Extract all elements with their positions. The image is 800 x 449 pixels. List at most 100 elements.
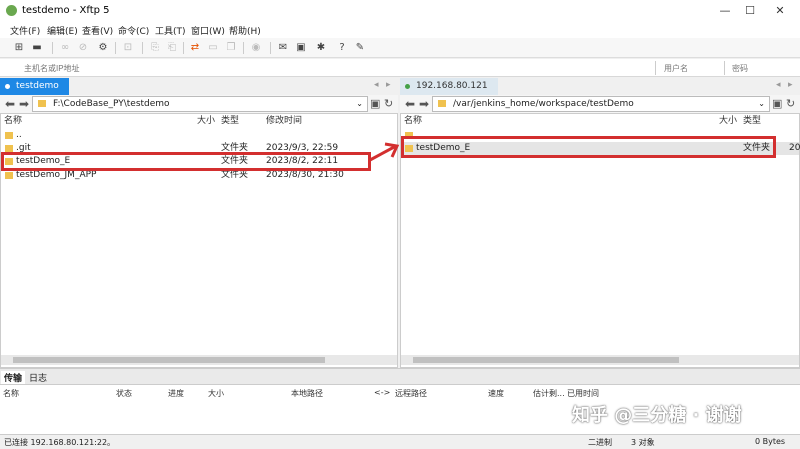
transfer-column[interactable]: 估计剩...: [533, 388, 565, 399]
menu-bar: 文件(F) 编辑(E) 查看(V) 命令(C) 工具(T) 窗口(W) 帮助(H…: [0, 22, 800, 38]
horizontal-scrollbar[interactable]: [401, 355, 799, 365]
forward-arrow-icon[interactable]: ➡: [19, 97, 29, 111]
new-session-icon[interactable]: ⊞: [12, 41, 26, 54]
duplicate-icon[interactable]: ❐: [224, 41, 238, 54]
connection-status: 已连接 192.168.80.121:22。: [4, 438, 116, 447]
tab-transfer[interactable]: 传输: [1, 371, 26, 384]
total-size: 0 Bytes: [755, 437, 786, 446]
help-icon[interactable]: ?: [335, 41, 349, 54]
nav-icon[interactable]: ⊡: [121, 41, 135, 54]
folder-up-icon[interactable]: ▣: [772, 97, 782, 111]
menu-command[interactable]: 命令(C): [118, 24, 149, 37]
tab-remote-host[interactable]: 192.168.80.121: [400, 78, 498, 95]
file-icon[interactable]: ▭: [206, 41, 220, 54]
paste-icon[interactable]: ⎗: [165, 41, 179, 54]
scrollbar-thumb[interactable]: [13, 357, 325, 363]
bird-icon[interactable]: ✉: [276, 41, 290, 54]
menu-file[interactable]: 文件(F): [10, 24, 40, 37]
properties-icon[interactable]: ⚙: [96, 41, 110, 54]
back-arrow-icon[interactable]: ⬅: [405, 97, 415, 111]
toolbar-separator: [270, 42, 271, 54]
status-bar: 已连接 192.168.80.121:22。 二进制 3 对象 0 Bytes: [0, 434, 800, 449]
file-name: ..: [16, 130, 22, 140]
tab-label: testdemo: [16, 81, 59, 91]
folder-icon: [5, 132, 13, 139]
refresh-icon[interactable]: ↻: [786, 97, 795, 111]
back-arrow-icon[interactable]: ⬅: [5, 97, 15, 111]
list-item[interactable]: ..: [1, 129, 397, 142]
password-field[interactable]: 密码: [732, 63, 748, 74]
transfer-column[interactable]: 名称: [3, 388, 19, 399]
folder-icon: [438, 100, 446, 107]
scrollbar-thumb[interactable]: [413, 357, 679, 363]
divider: [655, 61, 656, 75]
toolbar: ⊞ ▬ ∞ ⊘ ⚙ ⊡ ⎘ ⎗ ⇄ ▭ ❐ ◉ ✉ ▣ ✱ ? ✎: [0, 38, 800, 58]
toolbar-separator: [115, 42, 116, 54]
watermark: 知乎 @三分糖 · 谢谢: [572, 405, 742, 426]
gear-icon[interactable]: ✱: [314, 41, 328, 54]
open-folder-icon[interactable]: ▬: [30, 41, 44, 54]
transfer-column[interactable]: 远程路径: [395, 388, 427, 399]
tab-next-icon[interactable]: ▸: [386, 80, 391, 90]
maximize-button[interactable]: ☐: [735, 3, 765, 19]
right-file-list: 名称 大小 类型 testDemo_E 文件夹 20: [400, 113, 800, 368]
transfer-column[interactable]: 状态: [116, 388, 132, 399]
folder-up-icon[interactable]: ▣: [370, 97, 380, 111]
chevron-down-icon[interactable]: ⌄: [356, 97, 363, 111]
menu-tools[interactable]: 工具(T): [155, 24, 186, 37]
username-field[interactable]: 用户名: [664, 63, 688, 74]
tab-prev-icon[interactable]: ◂: [374, 80, 379, 90]
refresh-icon[interactable]: ↻: [384, 97, 393, 111]
column-type[interactable]: 类型: [221, 114, 239, 128]
column-type[interactable]: 类型: [743, 114, 761, 128]
highlight-box: [401, 136, 776, 158]
left-path-input[interactable]: F:\CodeBase_PY\testdemo ⌄: [32, 96, 368, 112]
right-path-input[interactable]: /var/jenkins_home/workspace/testDemo ⌄: [432, 96, 770, 112]
tab-next-icon[interactable]: ▸: [788, 80, 793, 90]
xftp-logo-icon: [6, 5, 17, 16]
tab-testdemo[interactable]: testdemo: [0, 78, 69, 95]
host-input[interactable]: [4, 61, 654, 75]
transfer-column[interactable]: 本地路径: [291, 388, 323, 399]
horizontal-scrollbar[interactable]: [1, 355, 397, 365]
globe-icon[interactable]: ◉: [249, 41, 263, 54]
toolbar-separator: [243, 42, 244, 54]
left-tab-strip: testdemo ◂ ▸: [0, 78, 398, 95]
menu-help[interactable]: 帮助(H): [229, 24, 261, 37]
left-path-bar: ⬅ ➡ F:\CodeBase_PY\testdemo ⌄ ▣ ↻: [0, 95, 398, 113]
transfer-column[interactable]: 已用时间: [567, 388, 599, 399]
sync-icon[interactable]: ⇄: [188, 41, 202, 54]
link-icon[interactable]: ∞: [58, 41, 72, 54]
tab-prev-icon[interactable]: ◂: [776, 80, 781, 90]
column-name[interactable]: 名称: [4, 114, 22, 128]
terminal-icon[interactable]: ▣: [294, 41, 308, 54]
connected-dot-icon: [405, 84, 410, 89]
tab-log[interactable]: 日志: [26, 371, 50, 384]
bottom-tab-strip: 传输 日志: [0, 368, 800, 384]
chat-icon[interactable]: ✎: [353, 41, 367, 54]
arrow-icon: [369, 142, 400, 162]
column-size[interactable]: 大小: [197, 114, 215, 128]
object-count: 3 对象: [631, 438, 655, 447]
divider: [724, 61, 725, 75]
folder-icon: [38, 100, 46, 107]
column-modified[interactable]: 修改时间: [266, 114, 302, 128]
menu-window[interactable]: 窗口(W): [191, 24, 225, 37]
transfer-column[interactable]: 进度: [168, 388, 184, 399]
column-name[interactable]: 名称: [404, 114, 422, 128]
window-title: testdemo - Xftp 5: [22, 5, 110, 16]
folder-icon: [5, 145, 13, 152]
transfer-column[interactable]: <->: [374, 388, 390, 397]
transfer-column[interactable]: 速度: [488, 388, 504, 399]
transfer-mode: 二进制: [588, 438, 612, 447]
menu-view[interactable]: 查看(V): [82, 24, 113, 37]
column-size[interactable]: 大小: [719, 114, 737, 128]
close-button[interactable]: ✕: [765, 3, 795, 19]
transfer-column[interactable]: 大小: [208, 388, 224, 399]
disconnect-icon[interactable]: ⊘: [76, 41, 90, 54]
address-bar: 用户名 密码: [0, 59, 800, 77]
menu-edit[interactable]: 编辑(E): [47, 24, 78, 37]
forward-arrow-icon[interactable]: ➡: [419, 97, 429, 111]
copy-icon[interactable]: ⎘: [148, 41, 162, 54]
chevron-down-icon[interactable]: ⌄: [758, 97, 765, 111]
